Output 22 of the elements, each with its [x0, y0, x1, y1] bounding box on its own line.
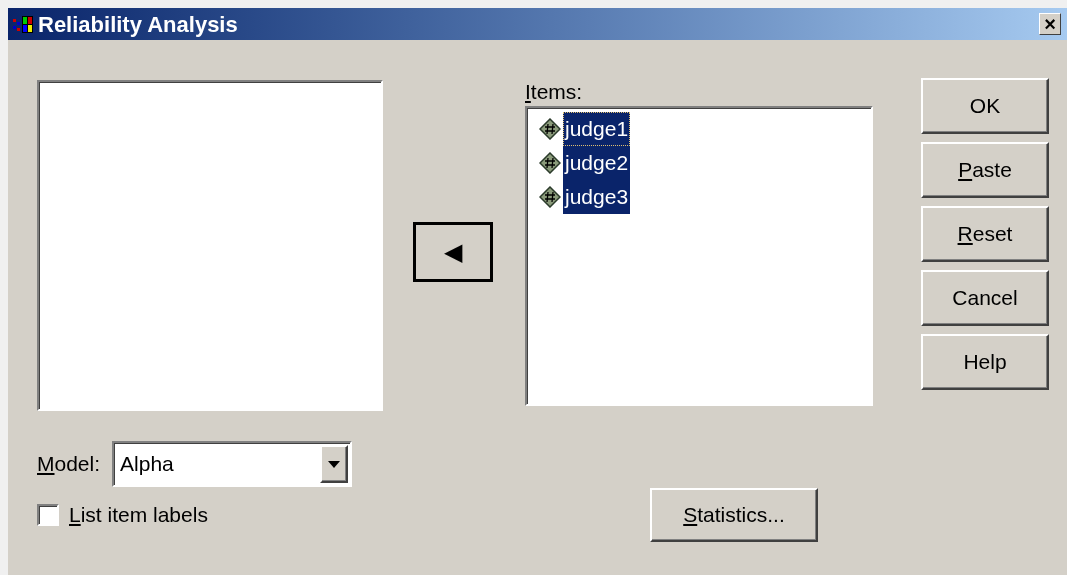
items-label: Items:: [525, 79, 584, 105]
close-button[interactable]: ×: [1039, 13, 1061, 35]
checkbox-label: List item labels: [69, 502, 208, 528]
numeric-variable-icon: [539, 186, 561, 208]
dialog-button[interactable]: Cancel: [921, 270, 1049, 326]
model-dropdown[interactable]: Alpha: [112, 441, 353, 487]
dialog-button[interactable]: OK: [921, 78, 1049, 134]
list-item[interactable]: judge1: [563, 112, 631, 146]
window-title: Reliability Analysis: [38, 10, 239, 39]
dialog-button[interactable]: Reset: [921, 206, 1049, 262]
dialog-button[interactable]: Help: [921, 334, 1049, 390]
model-label: Model:: [37, 451, 101, 478]
app-icon: [12, 14, 34, 34]
dialog-button[interactable]: Paste: [921, 142, 1049, 198]
statistics-button[interactable]: Statistics...: [650, 488, 818, 542]
move-left-button[interactable]: ◀: [413, 222, 493, 282]
numeric-variable-icon: [539, 118, 561, 140]
numeric-variable-icon: [539, 152, 561, 174]
list-item[interactable]: judge2: [563, 146, 631, 180]
items-list[interactable]: judge1 judge2 judge3: [525, 106, 873, 406]
list-item[interactable]: judge3: [563, 180, 631, 214]
checkbox[interactable]: [37, 503, 59, 526]
